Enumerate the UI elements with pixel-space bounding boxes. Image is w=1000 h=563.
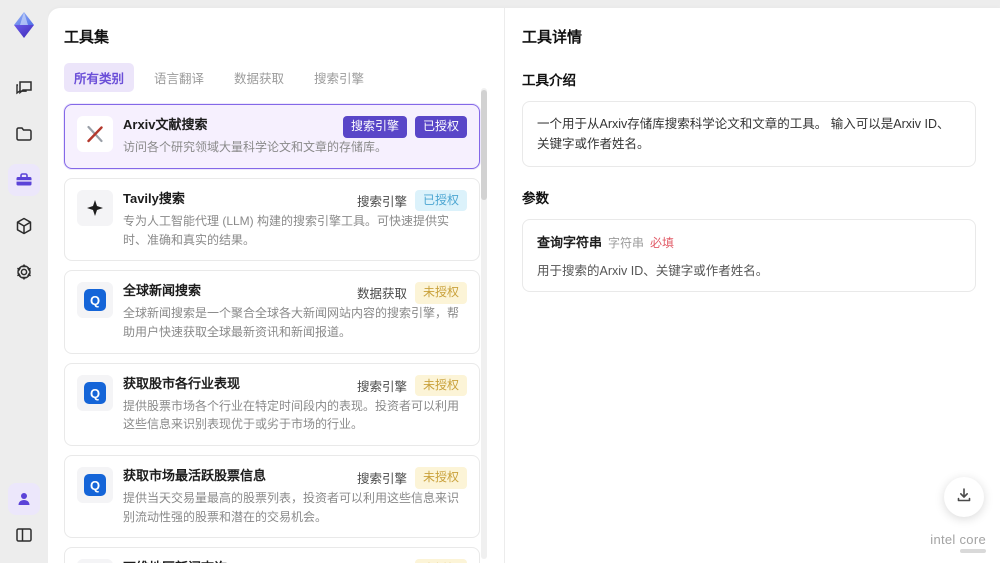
sidebar — [0, 0, 48, 563]
download-button[interactable] — [944, 477, 984, 517]
tool-meta: 搜索引擎 未授权 — [356, 466, 467, 489]
main-panel: 工具集 所有类别 语言翻译 数据获取 搜索引擎 Arxiv文献搜索 访问各个研究… — [48, 8, 1000, 563]
tools-panel-title: 工具集 — [64, 29, 110, 46]
tool-description: 访问各个研究领域大量科学论文和文章的存储库。 — [123, 140, 388, 155]
sidebar-item-settings[interactable] — [8, 256, 40, 288]
intel-core-logo: intel core — [930, 532, 986, 553]
tool-meta: 搜索引擎 已授权 — [342, 116, 467, 138]
svg-text:Q: Q — [90, 478, 100, 493]
toolbox-icon — [14, 170, 34, 190]
sidebar-item-chat[interactable] — [8, 72, 40, 104]
sidebar-bottom — [8, 483, 40, 551]
tool-meta: 搜索引擎 已授权 — [356, 189, 467, 212]
intro-text: 一个用于从Arxiv存储库搜索科学论文和文章的工具。 输入可以是Arxiv ID… — [537, 117, 950, 151]
intro-heading: 工具介绍 — [522, 73, 576, 88]
params-heading: 参数 — [522, 191, 549, 206]
sidebar-item-user[interactable] — [8, 483, 40, 515]
sidebar-item-tools[interactable] — [8, 164, 40, 196]
tab-language-translation[interactable]: 语言翻译 — [144, 63, 214, 92]
download-icon — [955, 486, 973, 509]
sidebar-item-files[interactable] — [8, 118, 40, 150]
stock-logo-icon: Q — [77, 466, 113, 503]
arxiv-logo-icon — [77, 116, 113, 152]
svg-text:Q: Q — [90, 293, 100, 308]
auth-status-badge: 未授权 — [414, 559, 467, 563]
folder-icon — [14, 124, 34, 144]
tools-scrollbar[interactable] — [481, 88, 487, 559]
details-panel: 工具详情 工具介绍 一个用于从Arxiv存储库搜索科学论文和文章的工具。 输入可… — [506, 8, 1000, 563]
tool-description: 全球新闻搜索是一个聚合全球各大新闻网站内容的搜索引擎，帮助用户快速获取全球最新资… — [123, 306, 460, 339]
cube-icon — [14, 216, 34, 236]
svg-text:Q: Q — [90, 386, 100, 401]
auth-status-badge: 未授权 — [414, 374, 467, 397]
tools-panel: 工具集 所有类别 语言翻译 数据获取 搜索引擎 Arxiv文献搜索 访问各个研究… — [48, 8, 505, 563]
sidebar-item-models[interactable] — [8, 210, 40, 242]
tool-meta: 搜索引擎 未授权 — [357, 559, 467, 563]
tab-search-engine[interactable]: 搜索引擎 — [304, 63, 374, 92]
tool-description: 提供当天交易量最高的股票列表，投资者可以利用这些信息来识别流动性强的股票和潜在的… — [123, 491, 460, 524]
sidebar-nav — [8, 72, 40, 288]
intro-box: 一个用于从Arxiv存储库搜索科学论文和文章的工具。 输入可以是Arxiv ID… — [522, 101, 976, 167]
intel-core-logo-subtext — [960, 549, 986, 553]
auth-status-badge: 已授权 — [414, 116, 467, 138]
category-tabs: 所有类别 语言翻译 数据获取 搜索引擎 — [64, 63, 488, 92]
param-description: 用于搜索的Arxiv ID、关键字或作者姓名。 — [537, 264, 769, 278]
tab-data-acquisition[interactable]: 数据获取 — [224, 63, 294, 92]
tool-list: Arxiv文献搜索 访问各个研究领域大量科学论文和文章的存储库。 搜索引擎 已授… — [64, 104, 488, 563]
tool-card-tavily[interactable]: Tavily搜索 专为人工智能代理 (LLM) 构建的搜索引擎工具。可快速提供实… — [64, 177, 480, 262]
news-logo-icon: Q — [77, 282, 113, 319]
category-label: 搜索引擎 — [356, 472, 407, 487]
param-header: 查询字符串 字符串 必填 — [537, 232, 961, 251]
chat-icon — [14, 78, 34, 98]
tool-card-regional-news[interactable]: 万维地区新闻查询 查询具体行政区划内的新闻，快速了解各地新闻动 搜索引擎 未授权 — [64, 547, 480, 563]
tool-card-active-stocks[interactable]: Q 获取市场最活跃股票信息 提供当天交易量最高的股票列表，投资者可以利用这些信息… — [64, 454, 480, 539]
category-label: 数据获取 — [356, 287, 407, 302]
panel-icon — [14, 525, 34, 545]
gear-icon — [14, 262, 34, 282]
stock-logo-icon: Q — [77, 374, 113, 411]
tool-description: 专为人工智能代理 (LLM) 构建的搜索引擎工具。可快速提供实时、准确和真实的结… — [123, 213, 450, 247]
auth-status-badge: 已授权 — [414, 189, 467, 212]
tavily-logo-icon — [77, 189, 113, 226]
param-name: 查询字符串 — [537, 235, 603, 250]
category-label: 搜索引擎 — [356, 379, 407, 394]
tool-card-stock-sectors[interactable]: Q 获取股市各行业表现 提供股票市场各个行业在特定时间段内的表现。投资者可以利用… — [64, 362, 480, 446]
details-panel-title: 工具详情 — [522, 29, 583, 46]
tool-meta: 搜索引擎 未授权 — [356, 374, 467, 397]
tools-scrollbar-thumb[interactable] — [481, 90, 487, 200]
param-box: 查询字符串 字符串 必填 用于搜索的Arxiv ID、关键字或作者姓名。 — [522, 219, 976, 292]
category-badge: 搜索引擎 — [342, 116, 407, 138]
tool-description: 提供股票市场各个行业在特定时间段内的表现。投资者可以利用这些信息来识别表现优于或… — [123, 398, 460, 432]
tab-all-categories[interactable]: 所有类别 — [64, 63, 135, 92]
param-type: 字符串 — [608, 236, 645, 250]
auth-status-badge: 未授权 — [414, 466, 467, 489]
user-icon — [15, 490, 33, 508]
building-logo-icon — [77, 559, 113, 563]
category-label: 搜索引擎 — [356, 195, 407, 210]
intel-core-logo-text: intel core — [930, 532, 986, 547]
tool-meta: 数据获取 未授权 — [357, 282, 467, 304]
param-required-flag: 必填 — [650, 236, 675, 250]
tool-card-arxiv[interactable]: Arxiv文献搜索 访问各个研究领域大量科学论文和文章的存储库。 搜索引擎 已授… — [64, 104, 480, 169]
sidebar-item-panel[interactable] — [8, 519, 40, 551]
tool-card-global-news[interactable]: Q 全球新闻搜索 全球新闻搜索是一个聚合全球各大新闻网站内容的搜索引擎，帮助用户… — [64, 270, 480, 354]
app-logo-icon — [9, 10, 39, 40]
auth-status-badge: 未授权 — [414, 282, 467, 304]
